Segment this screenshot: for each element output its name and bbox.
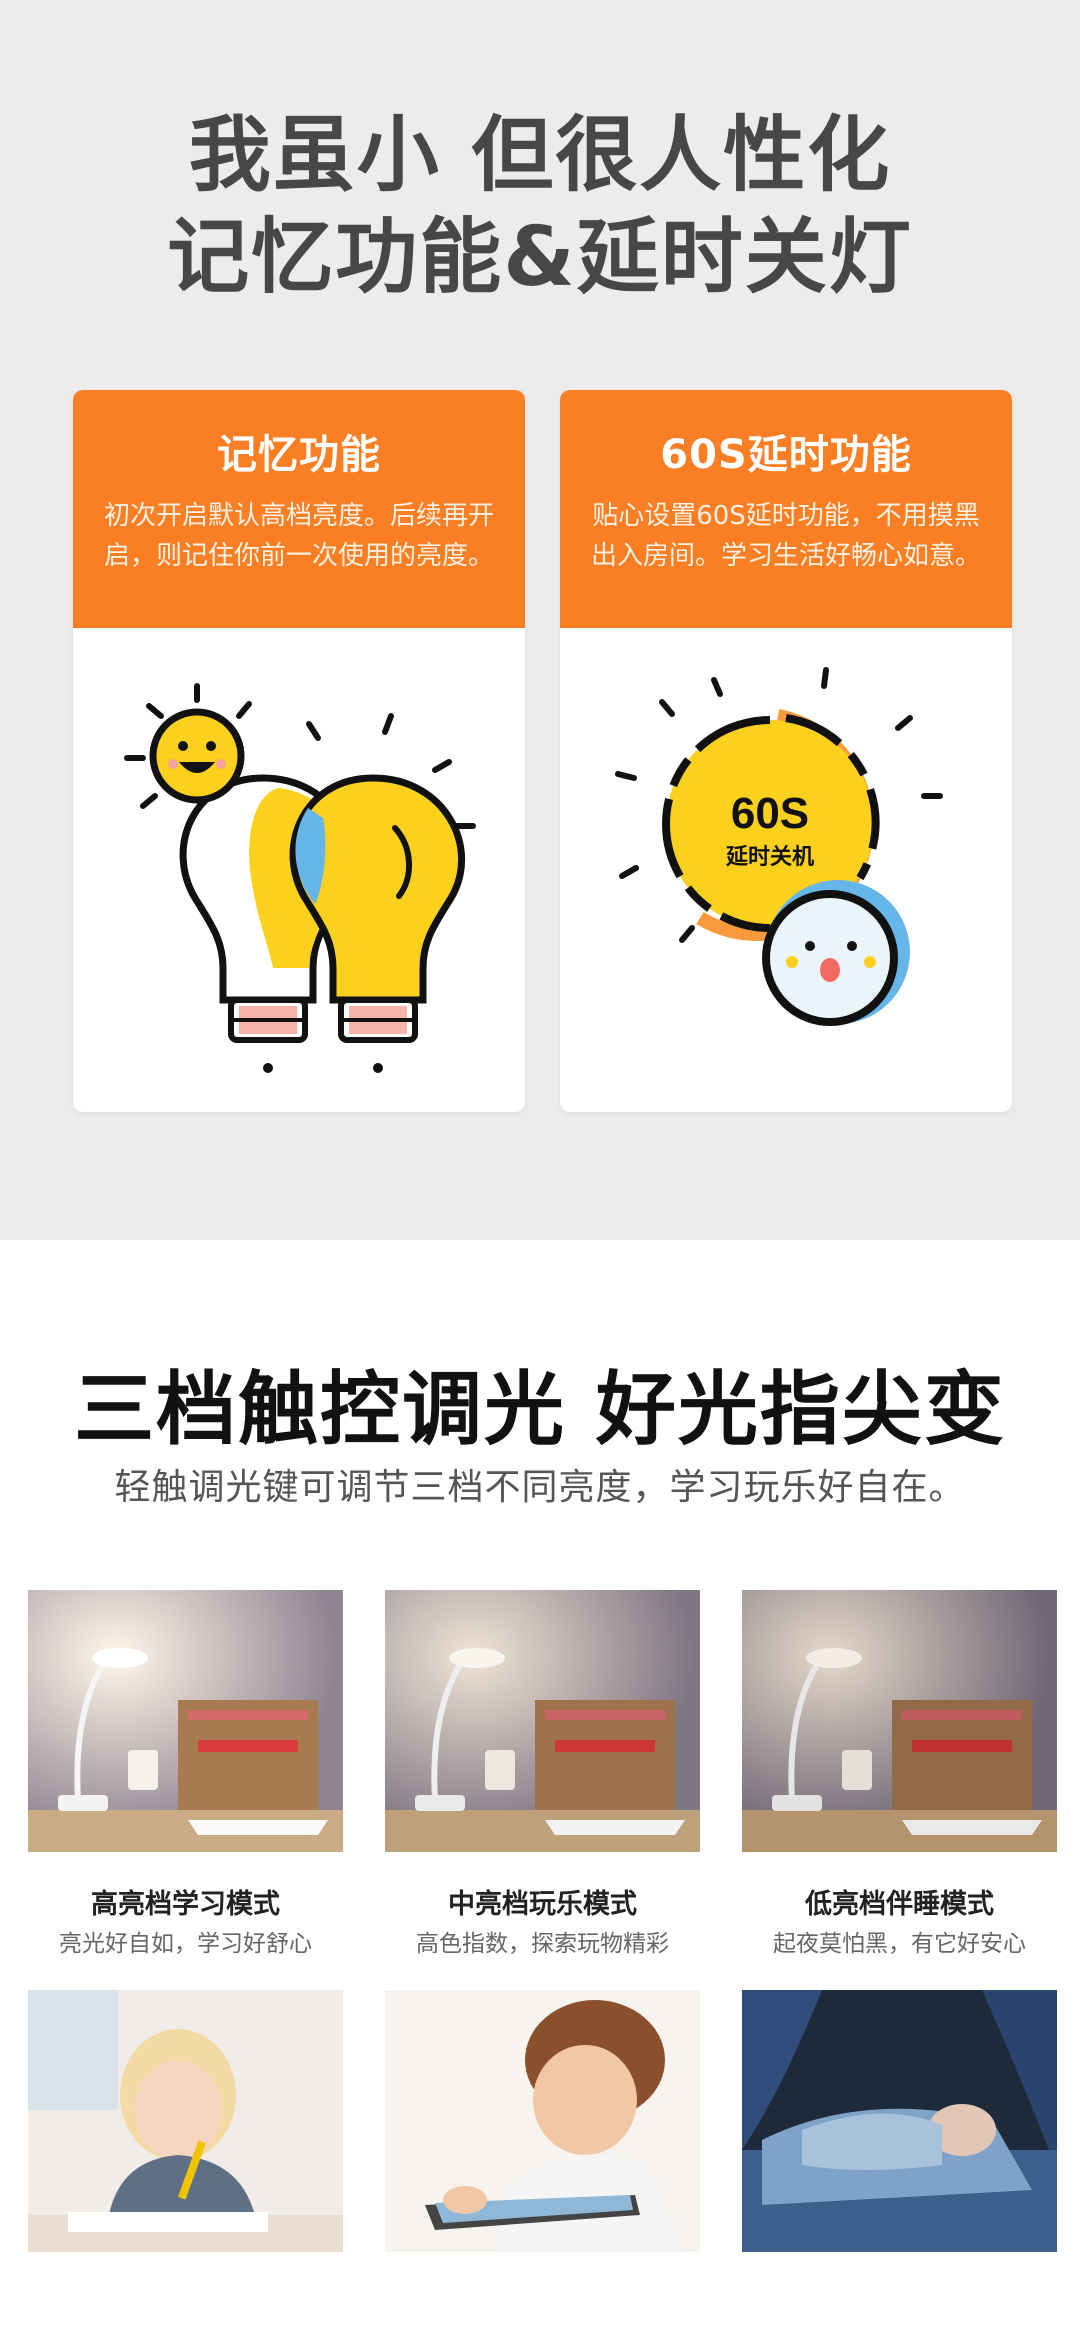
mode-subtitle-low: 起夜莫怕黑，有它好安心: [773, 1931, 1026, 1957]
timer-sun-with-face-icon: 60S 延时关机: [615, 667, 943, 1026]
feature-card-delay: 60S延时功能 贴心设置60S延时功能，不用摸黑出入房间。学习生活好畅心如意。 …: [560, 390, 1012, 1112]
mode-subtitle-medium: 高色指数，探索玩物精彩: [416, 1931, 669, 1957]
section-subtitle: 轻触调光键可调节三档不同亮度，学习玩乐好自在。: [114, 1467, 966, 1508]
timer-caption-label: 延时关机: [725, 844, 814, 869]
mode-title-high: 高亮档学习模式: [91, 1889, 280, 1920]
feature-section: 我虽小 但很人性化 记忆功能&延时关灯 记忆功能 初次开启默认高档亮度。后续再开…: [0, 0, 1080, 1240]
timer-value-label: 60S: [731, 789, 809, 838]
card-description: 贴心设置60S延时功能，不用摸黑出入房间。学习生活好畅心如意。: [590, 501, 981, 571]
card-title: 60S延时功能: [660, 432, 912, 478]
lamp-desk-photo-low: [742, 1590, 1057, 1852]
mode-title-low: 低亮档伴睡模式: [805, 1889, 994, 1920]
section-title: 三档触控调光 好光指尖变: [74, 1363, 1006, 1456]
hero-title-line2: 记忆功能&延时关灯: [167, 210, 913, 305]
child-drawing-photo: [28, 1990, 343, 2252]
card-header: 记忆功能 初次开启默认高档亮度。后续再开启，则记住你前一次使用的亮度。: [73, 390, 525, 628]
feature-card-memory: 记忆功能 初次开启默认高档亮度。后续再开启，则记住你前一次使用的亮度。: [73, 390, 525, 1112]
card-title: 记忆功能: [217, 432, 381, 478]
card-header: 60S延时功能 贴心设置60S延时功能，不用摸黑出入房间。学习生活好畅心如意。: [560, 390, 1012, 628]
child-sleeping-photo: [742, 1990, 1057, 2252]
child-tablet-photo: [385, 1990, 700, 2252]
mode-subtitle-high: 亮光好自如，学习好舒心: [59, 1931, 312, 1957]
card-description: 初次开启默认高档亮度。后续再开启，则记住你前一次使用的亮度。: [103, 501, 494, 571]
mode-title-medium: 中亮档玩乐模式: [448, 1889, 637, 1920]
lamp-desk-photo-high: [28, 1590, 343, 1852]
two-light-bulbs-with-smiling-sun-icon: [124, 683, 476, 1073]
lamp-desk-photo-medium: [385, 1590, 700, 1852]
